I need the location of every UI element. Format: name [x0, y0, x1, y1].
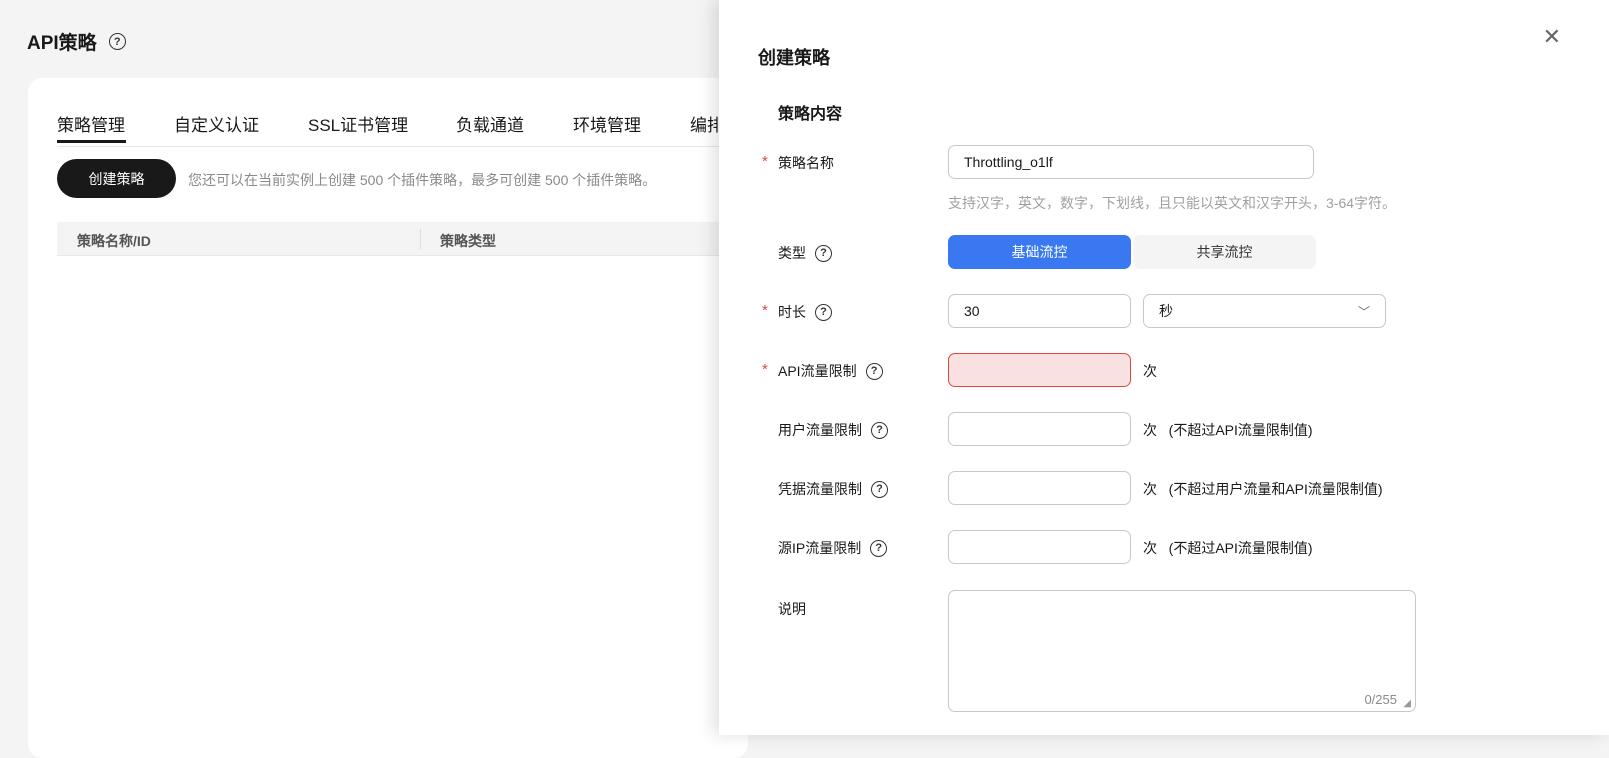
unit-text: 次 [1143, 422, 1157, 438]
api-limit-unit: 次 [1143, 363, 1157, 379]
tab-divider [57, 146, 727, 147]
duration-unit-value: 秒 [1159, 303, 1173, 319]
tab-policy-management[interactable]: 策略管理 [57, 111, 125, 136]
quota-hint: 您还可以在当前实例上创建 500 个插件策略，最多可创建 500 个插件策略。 [188, 172, 657, 188]
char-counter: 0/255 [1364, 692, 1397, 707]
api-limit-label-text: API流量限制 [778, 363, 857, 379]
chevron-down-icon: ﹀ [1357, 304, 1370, 319]
description-textarea[interactable]: 0/255 ◢ [948, 590, 1416, 712]
drawer-title: 创建策略 [758, 48, 830, 68]
help-icon[interactable]: ? [870, 539, 888, 557]
type-label-text: 类型 [778, 245, 806, 261]
ip-limit-note: 次 (不超过API流量限制值) [1143, 538, 1313, 558]
description-label: 说明 [778, 599, 806, 619]
create-policy-drawer: 创建策略 ✕ 策略内容 * 策略名称 Throttling_o1lf 支持汉字，… [719, 0, 1609, 735]
resize-handle-icon[interactable]: ◢ [1403, 698, 1411, 709]
required-icon: * [762, 361, 768, 378]
cred-limit-input[interactable] [948, 471, 1131, 505]
tab-load-channel[interactable]: 负载通道 [456, 111, 524, 136]
api-limit-input[interactable] [948, 353, 1131, 387]
user-limit-label-text: 用户流量限制 [778, 422, 862, 438]
cred-limit-label: 凭据流量限制? [778, 479, 888, 499]
user-limit-input[interactable] [948, 412, 1131, 446]
help-icon[interactable]: ? [865, 362, 883, 380]
column-header-name: 策略名称/ID [77, 233, 151, 249]
tab-environment[interactable]: 环境管理 [573, 111, 641, 136]
name-label-text: 策略名称 [778, 155, 834, 171]
duration-label-text: 时长 [778, 304, 806, 320]
type-option-basic[interactable]: 基础流控 [948, 235, 1131, 269]
duration-label: 时长? [778, 302, 832, 322]
help-icon[interactable]: ? [108, 33, 126, 50]
cred-limit-note: 次 (不超过用户流量和API流量限制值) [1143, 479, 1383, 499]
section-title: 策略内容 [778, 106, 843, 123]
column-divider [420, 229, 421, 249]
duration-input[interactable]: 30 [948, 294, 1131, 328]
api-limit-label: API流量限制? [778, 361, 883, 381]
tab-custom-auth[interactable]: 自定义认证 [174, 111, 259, 136]
page-title: API策略 [27, 33, 97, 54]
duration-unit-select[interactable]: 秒 ﹀ [1143, 294, 1386, 328]
name-label: 策略名称 [778, 153, 834, 173]
page-header: API策略 ? [27, 28, 126, 55]
required-icon: * [762, 302, 768, 319]
policy-name-input[interactable]: Throttling_o1lf [948, 145, 1314, 179]
note-text: (不超过API流量限制值) [1168, 422, 1313, 438]
help-icon[interactable]: ? [815, 244, 832, 262]
help-icon[interactable]: ? [871, 421, 888, 439]
help-icon[interactable]: ? [871, 480, 888, 498]
user-limit-note: 次 (不超过API流量限制值) [1143, 420, 1313, 440]
unit-text: 次 [1143, 481, 1157, 497]
tab-ssl[interactable]: SSL证书管理 [308, 111, 408, 136]
create-policy-button[interactable]: 创建策略 [57, 159, 176, 198]
active-tab-indicator [57, 140, 126, 143]
name-hint: 支持汉字，英文，数字，下划线，且只能以英文和汉字开头，3-64字符。 [948, 195, 1397, 211]
close-icon[interactable]: ✕ [1543, 24, 1561, 50]
unit-text: 次 [1143, 540, 1157, 556]
note-text: (不超过API流量限制值) [1168, 540, 1313, 556]
type-option-shared[interactable]: 共享流控 [1133, 235, 1316, 269]
user-limit-label: 用户流量限制? [778, 420, 888, 440]
ip-limit-label: 源IP流量限制? [778, 538, 888, 558]
required-icon: * [762, 153, 768, 170]
column-header-type: 策略类型 [440, 233, 496, 249]
type-label: 类型? [778, 243, 832, 263]
note-text: (不超过用户流量和API流量限制值) [1168, 481, 1383, 497]
description-label-text: 说明 [778, 601, 806, 617]
ip-limit-label-text: 源IP流量限制 [778, 540, 862, 556]
cred-limit-label-text: 凭据流量限制 [778, 481, 862, 497]
help-icon[interactable]: ? [815, 303, 832, 321]
table-header: 策略名称/ID 策略类型 [57, 222, 727, 256]
ip-limit-input[interactable] [948, 530, 1131, 564]
